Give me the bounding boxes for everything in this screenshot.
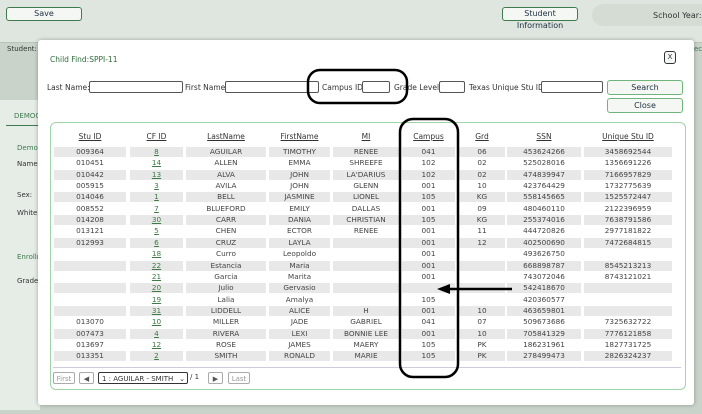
arrow-head-icon: [437, 284, 450, 294]
campus-column-highlight-oval: [398, 117, 460, 379]
annotation-overlay: [306, 68, 512, 379]
campus-id-highlight-oval: [306, 68, 409, 105]
